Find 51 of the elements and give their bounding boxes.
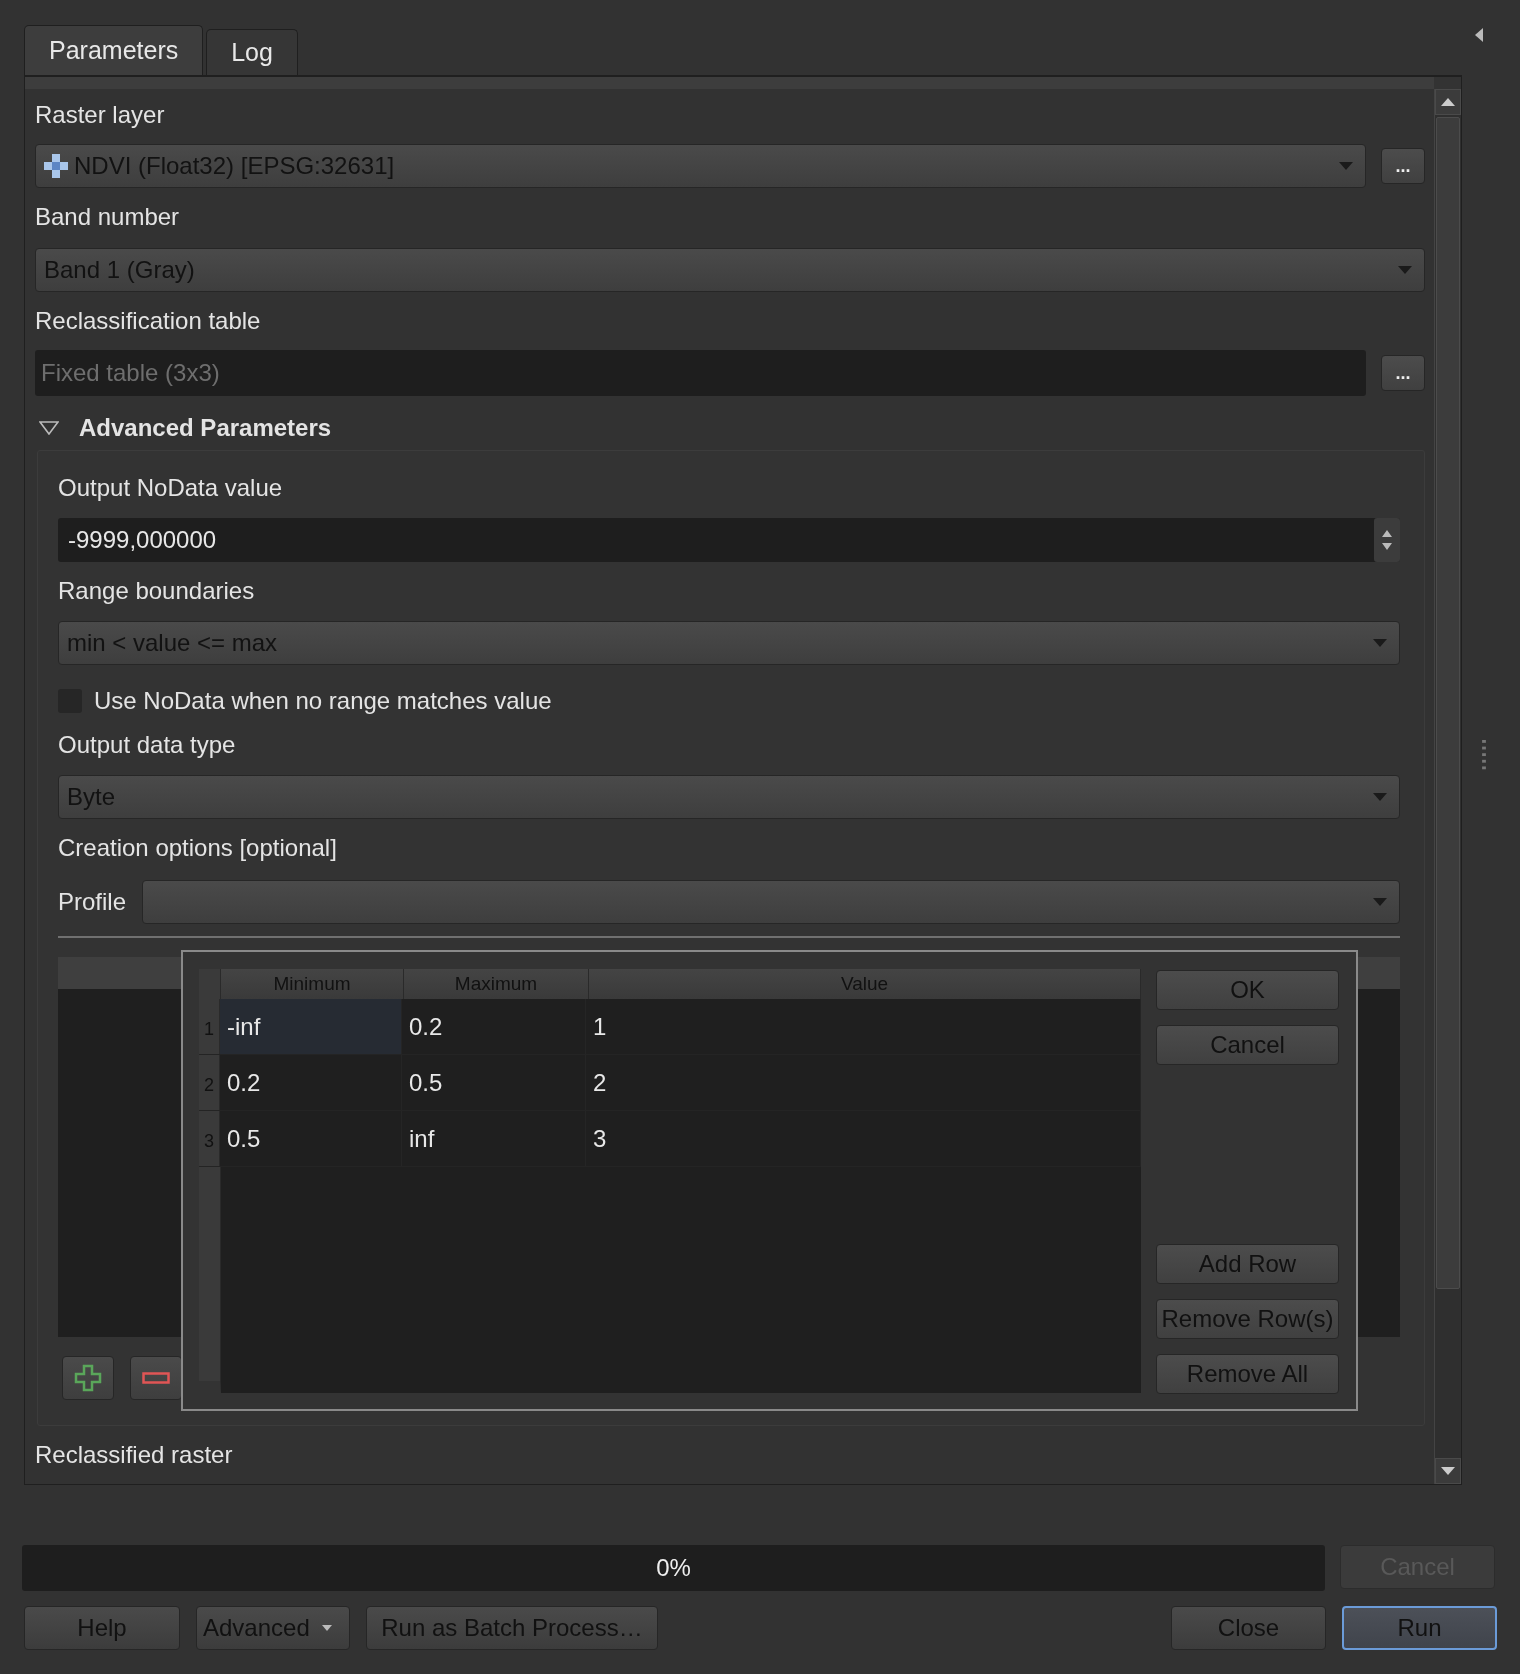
field-label: Output data type (58, 730, 237, 760)
dropdown-arrow-icon (1373, 898, 1387, 906)
plus-icon (74, 1364, 102, 1392)
field-label: Raster layer (35, 100, 166, 130)
dropdown-arrow-icon (1339, 162, 1353, 170)
raster-layer-icon (44, 154, 68, 178)
footer-button[interactable]: Run (1342, 1606, 1497, 1650)
add-button[interactable] (62, 1356, 114, 1400)
field-label: Reclassification table (35, 306, 262, 336)
dialog-button[interactable]: Cancel (1156, 1025, 1339, 1065)
collapse-arrow-icon[interactable] (1474, 27, 1484, 43)
tab[interactable]: Log (206, 29, 298, 75)
corner-cell[interactable] (199, 969, 221, 999)
checkbox-label: Use NoData when no range matches value (94, 687, 552, 715)
browse-button[interactable]: ... (1381, 148, 1425, 184)
dialog-button[interactable]: Remove Row(s) (1156, 1299, 1339, 1339)
dialog-button[interactable]: OK (1156, 970, 1339, 1010)
table-field[interactable]: Fixed table (3x3) (35, 350, 1366, 396)
field-label: Output NoData value (58, 473, 284, 503)
table-cell[interactable]: 0.2 (220, 1055, 402, 1110)
caret-icon (321, 1625, 332, 1631)
table-cell[interactable]: 1 (586, 999, 1141, 1054)
field-label: Creation options [optional] (58, 833, 338, 863)
table-cell[interactable]: 3 (586, 1111, 1141, 1166)
scroll-down-icon[interactable] (1435, 1458, 1461, 1484)
field-label: Band number (35, 202, 181, 232)
remove-button[interactable] (130, 1356, 182, 1400)
progress-text: 0% (656, 1554, 691, 1582)
table-cell[interactable]: 0.5 (220, 1111, 402, 1166)
dialog-button[interactable]: Remove All (1156, 1354, 1339, 1394)
nodata-spinbox[interactable]: -9999,000000 (58, 518, 1400, 562)
section-title: Advanced Parameters (79, 414, 332, 442)
table-cell[interactable]: 0.5 (402, 1055, 586, 1110)
dropdown-arrow-icon (1373, 793, 1387, 801)
dropdown-arrow-icon (1398, 266, 1412, 274)
scrollbar[interactable] (1434, 89, 1461, 1484)
minus-icon (142, 1372, 170, 1384)
dialog-button[interactable]: Add Row (1156, 1244, 1339, 1284)
dropdown-arrow-icon (1373, 639, 1387, 647)
table-cell[interactable]: 2 (586, 1055, 1141, 1110)
tab[interactable]: Parameters (24, 25, 204, 75)
field-label: Range boundaries (58, 576, 256, 606)
table-cell[interactable]: -inf (220, 999, 402, 1054)
browse-button[interactable]: ... (1381, 355, 1425, 391)
field-label: Reclassified raster (35, 1440, 234, 1470)
spin-arrows-icon[interactable] (1374, 518, 1400, 562)
expand-arrow-icon[interactable] (39, 421, 59, 435)
scroll-up-icon[interactable] (1435, 89, 1461, 115)
table-cell[interactable]: 0.2 (402, 999, 586, 1054)
field-label: Profile (58, 888, 127, 916)
table-cell[interactable]: inf (402, 1111, 586, 1166)
